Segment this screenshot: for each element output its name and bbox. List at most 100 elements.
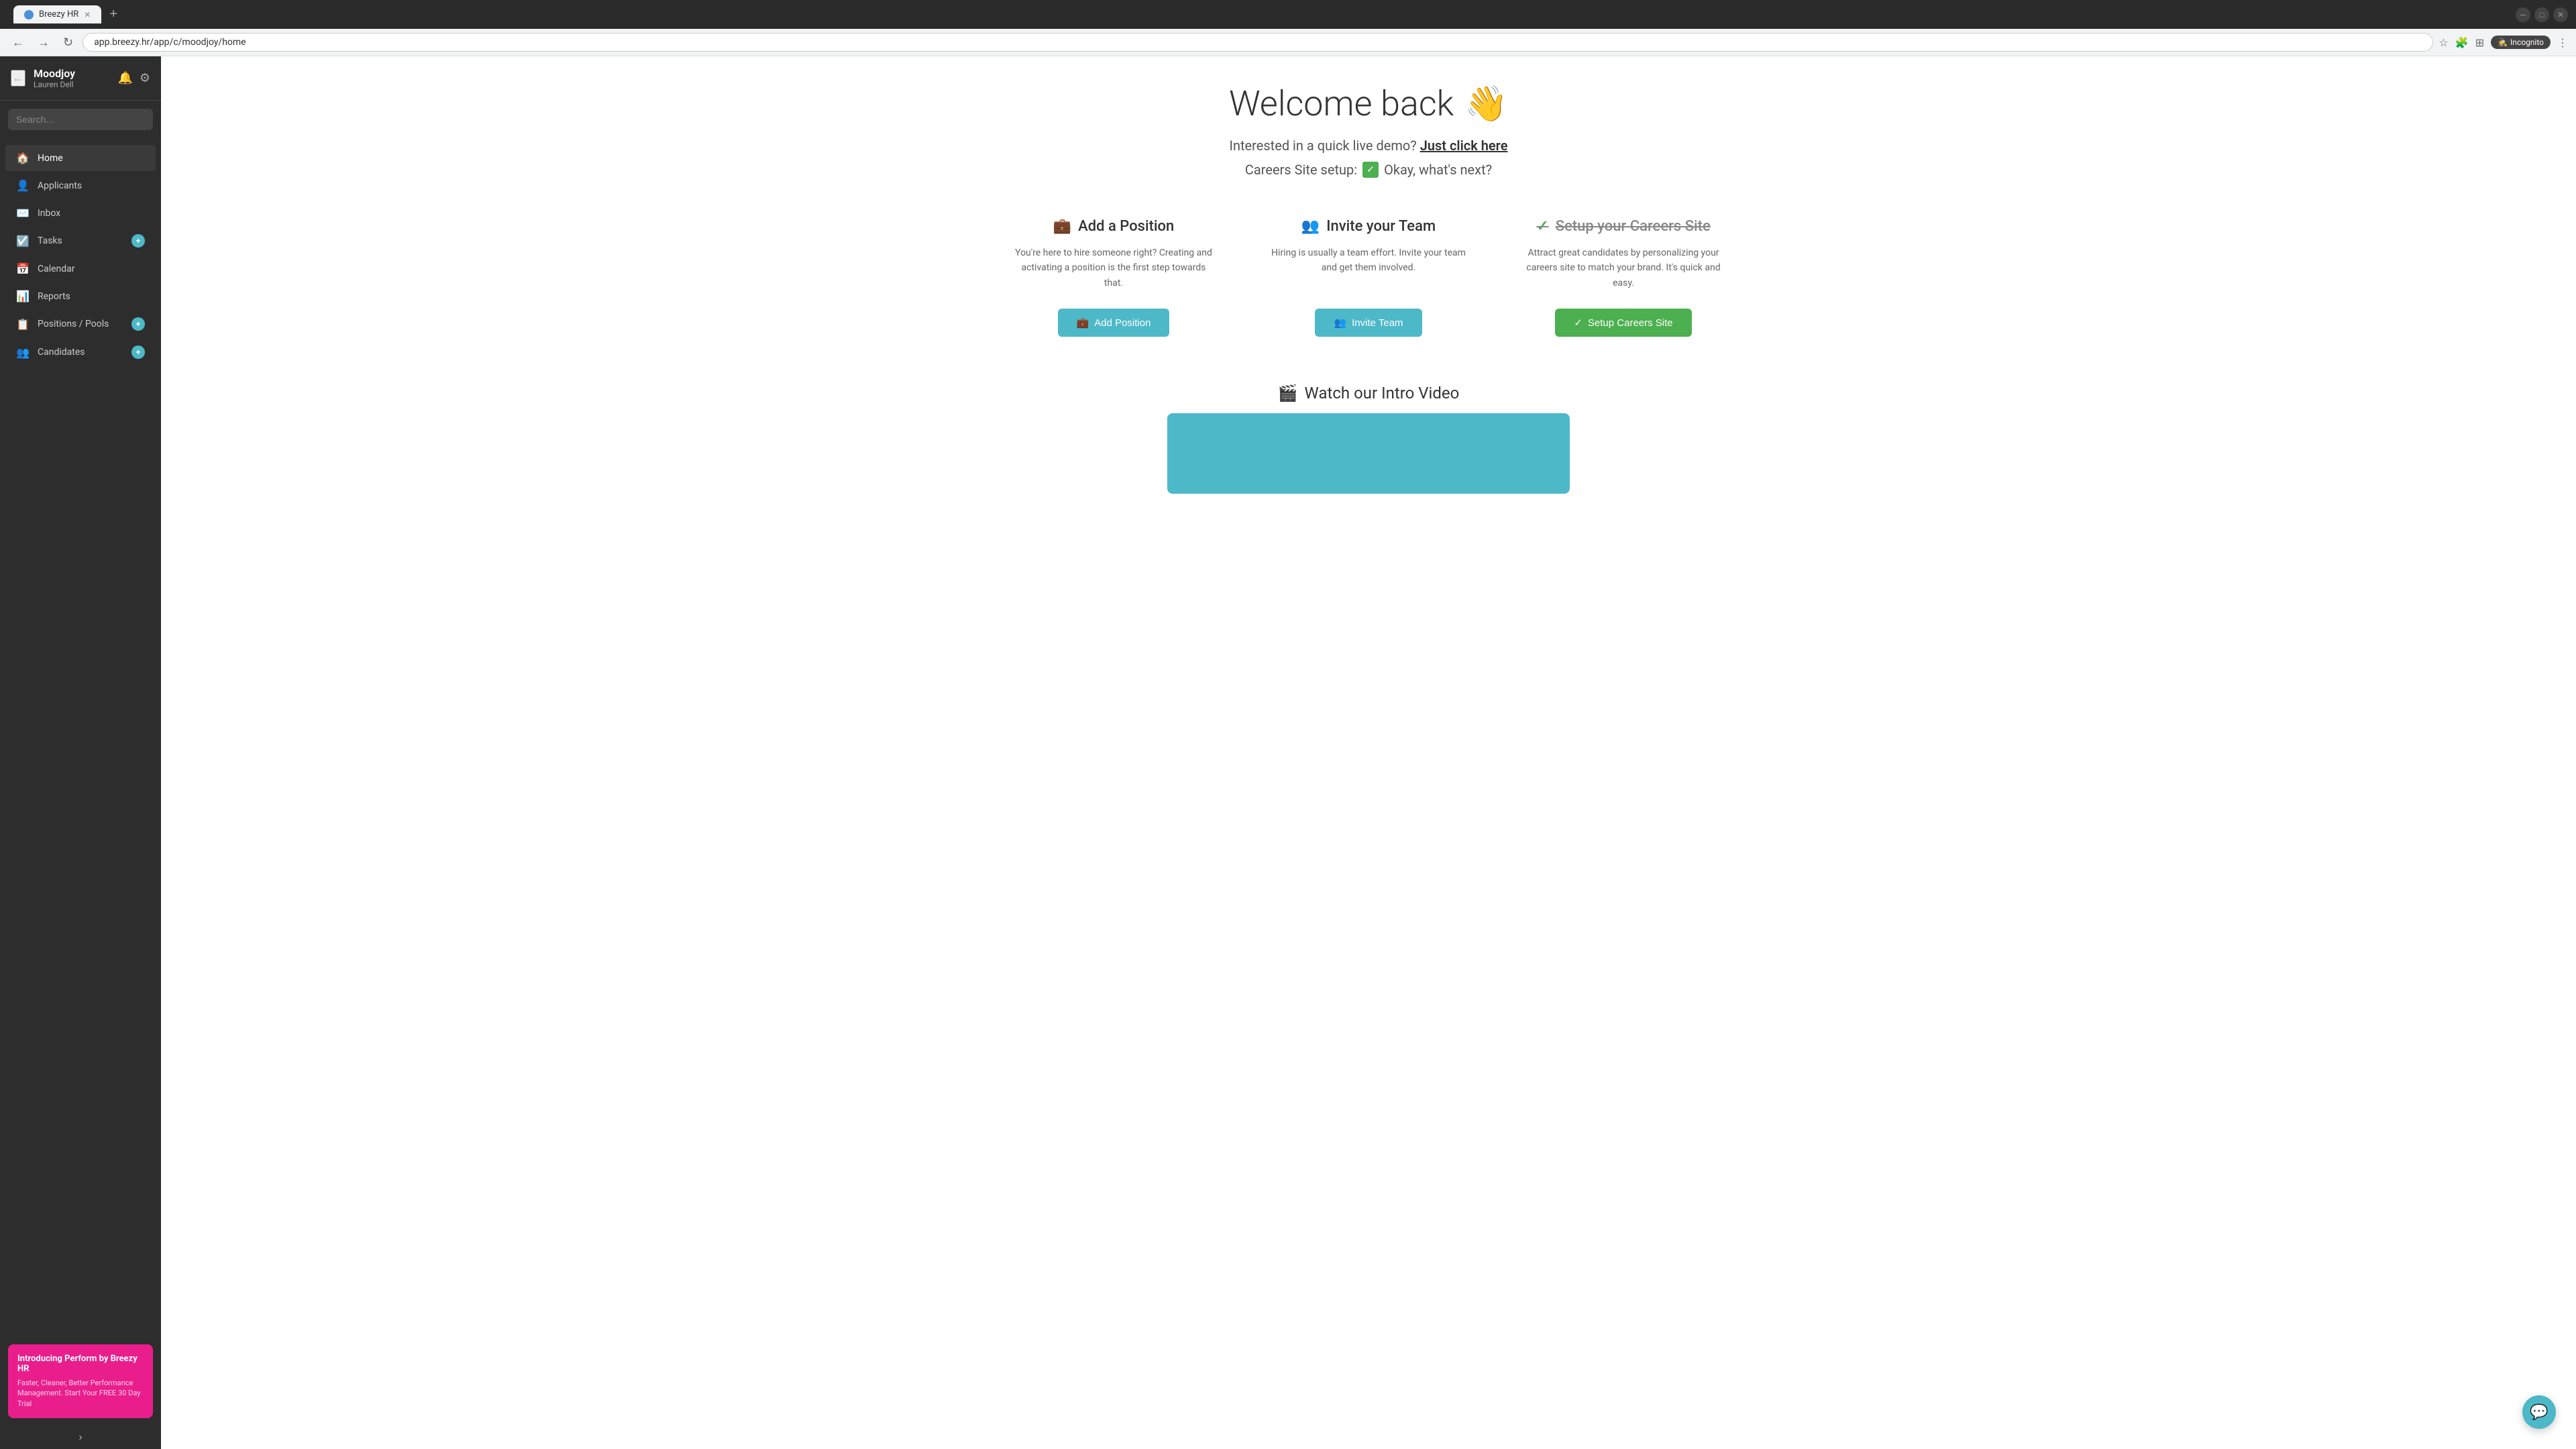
app-container: ← Moodjoy Lauren Dell 🔔 ⚙ 🏠 Home 👤 Appli — [0, 56, 2576, 1449]
invite-team-card: 👥 Invite your Team Hiring is usually a t… — [1254, 205, 1483, 350]
restore-button[interactable]: □ — [2534, 7, 2549, 22]
video-section: 🎬 Watch our Intro Video — [1167, 384, 1570, 494]
invite-team-button[interactable]: 👥 Invite Team — [1315, 309, 1421, 337]
brand-info: Moodjoy Lauren Dell — [34, 67, 75, 89]
bookmark-icon[interactable]: ☆ — [2438, 36, 2448, 49]
add-position-desc: You're here to hire someone right? Creat… — [1013, 246, 1214, 292]
sidebar-item-home[interactable]: 🏠 Home — [5, 145, 156, 171]
setup-careers-card: ✓ Setup your Careers Site Attract great … — [1509, 205, 1737, 350]
nav-list: 🏠 Home 👤 Applicants ✉️ Inbox ☑️ Tasks + … — [0, 138, 161, 1336]
careers-check-icon: ✓ — [1362, 162, 1379, 178]
sidebar-scroll-down[interactable]: › — [0, 1426, 161, 1449]
notifications-icon[interactable]: 🔔 — [117, 71, 132, 85]
browser-toolbar-icons: ☆ 🧩 ⊞ 🕵 Incognito ⋮ — [2438, 36, 2568, 49]
menu-icon[interactable]: ⋮ — [2557, 36, 2568, 49]
active-tab[interactable]: Breezy HR ✕ — [13, 5, 101, 23]
video-title: 🎬 Watch our Intro Video — [1167, 384, 1570, 402]
welcome-section: Welcome back 👋 Interested in a quick liv… — [1229, 83, 1508, 178]
incognito-badge: 🕵 Incognito — [2491, 36, 2551, 49]
inbox-icon: ✉️ — [16, 207, 30, 219]
video-title-text: Watch our Intro Video — [1305, 384, 1460, 402]
promo-card[interactable]: Introducing Perform by Breezy HR Faster,… — [8, 1344, 153, 1418]
video-icon: 🎬 — [1278, 384, 1298, 402]
brand-user: Lauren Dell — [34, 80, 75, 89]
extensions-icon[interactable]: 🧩 — [2455, 36, 2469, 49]
sidebar-item-label: Applicants — [38, 180, 145, 191]
back-button[interactable]: ← — [8, 34, 28, 51]
main-content: Welcome back 👋 Interested in a quick liv… — [161, 56, 2576, 1449]
careers-line: Careers Site setup: ✓ Okay, what's next? — [1229, 162, 1508, 178]
add-position-button[interactable]: 💼 Add Position — [1058, 309, 1170, 337]
sidebar-item-positions[interactable]: 📋 Positions / Pools + — [5, 311, 156, 337]
url-text: app.breezy.hr/app/c/moodjoy/home — [94, 37, 246, 48]
tasks-badge: + — [131, 234, 145, 248]
search-box — [8, 109, 153, 130]
promo-desc: Faster, Cleaner, Better Performance Mana… — [17, 1378, 144, 1409]
video-placeholder[interactable] — [1167, 413, 1570, 494]
address-bar[interactable]: app.breezy.hr/app/c/moodjoy/home — [83, 33, 2433, 52]
tab-close-button[interactable]: ✕ — [84, 10, 91, 19]
setup-careers-title: ✓ Setup your Careers Site — [1523, 218, 1724, 235]
chat-button[interactable]: 💬 — [2522, 1395, 2556, 1429]
sidebar-brand: ← Moodjoy Lauren Dell — [11, 67, 75, 89]
demo-link[interactable]: Just click here — [1420, 138, 1508, 154]
welcome-text: Welcome back — [1229, 83, 1454, 124]
tab-bar: Breezy HR ✕ + — [13, 5, 123, 23]
sidebar-item-label: Tasks — [38, 235, 123, 246]
action-cards-row: 💼 Add a Position You're here to hire som… — [1000, 205, 1737, 350]
candidates-icon: 👥 — [16, 346, 30, 359]
team-icon: 👥 — [1301, 218, 1320, 235]
home-icon: 🏠 — [16, 152, 30, 164]
sidebar-item-tasks[interactable]: ☑️ Tasks + — [5, 227, 156, 254]
positions-badge: + — [131, 317, 145, 331]
setup-careers-btn-icon: ✓ — [1574, 317, 1582, 329]
sidebar-item-inbox[interactable]: ✉️ Inbox — [5, 200, 156, 226]
wave-emoji: 👋 — [1464, 83, 1508, 124]
split-view-icon[interactable]: ⊞ — [2475, 36, 2484, 49]
tasks-icon: ☑️ — [16, 235, 30, 248]
sidebar-item-label: Candidates — [38, 347, 123, 358]
sidebar-item-calendar[interactable]: 📅 Calendar — [5, 256, 156, 282]
sidebar: ← Moodjoy Lauren Dell 🔔 ⚙ 🏠 Home 👤 Appli — [0, 56, 161, 1449]
invite-team-desc: Hiring is usually a team effort. Invite … — [1268, 246, 1469, 292]
forward-button[interactable]: → — [34, 34, 54, 51]
sidebar-back-arrow[interactable]: ← — [11, 70, 25, 87]
brand-name: Moodjoy — [34, 67, 75, 80]
tab-title: Breezy HR — [39, 9, 78, 19]
sidebar-item-applicants[interactable]: 👤 Applicants — [5, 172, 156, 199]
sidebar-item-label: Reports — [38, 291, 145, 302]
add-position-title: 💼 Add a Position — [1013, 218, 1214, 235]
sidebar-item-label: Inbox — [38, 208, 145, 219]
reports-icon: 📊 — [16, 290, 30, 303]
welcome-title: Welcome back 👋 — [1229, 83, 1508, 124]
incognito-icon: 🕵 — [2498, 38, 2508, 47]
checkmark-icon: ✓ — [1536, 218, 1548, 235]
calendar-icon: 📅 — [16, 262, 30, 275]
chat-icon: 💬 — [2530, 1404, 2548, 1421]
sidebar-item-candidates[interactable]: 👥 Candidates + — [5, 339, 156, 366]
briefcase-icon: 💼 — [1053, 218, 1071, 235]
setup-careers-button[interactable]: ✓ Setup Careers Site — [1555, 309, 1691, 337]
sidebar-item-label: Positions / Pools — [38, 319, 123, 329]
add-position-card: 💼 Add a Position You're here to hire som… — [1000, 205, 1228, 350]
minimize-button[interactable]: ─ — [2516, 7, 2530, 22]
setup-careers-desc: Attract great candidates by personalizin… — [1523, 246, 1724, 292]
browser-chrome: Breezy HR ✕ + ─ □ ✕ — [0, 0, 2576, 29]
sidebar-item-reports[interactable]: 📊 Reports — [5, 283, 156, 309]
candidates-badge: + — [131, 345, 145, 359]
promo-title: Introducing Perform by Breezy HR — [17, 1354, 144, 1374]
invite-team-title: 👥 Invite your Team — [1268, 218, 1469, 235]
new-tab-button[interactable]: + — [104, 7, 123, 22]
positions-icon: 📋 — [16, 318, 30, 331]
close-button[interactable]: ✕ — [2553, 7, 2568, 22]
settings-icon[interactable]: ⚙ — [140, 71, 150, 85]
address-bar-row: ← → ↻ app.breezy.hr/app/c/moodjoy/home ☆… — [0, 29, 2576, 56]
applicants-icon: 👤 — [16, 179, 30, 192]
incognito-label: Incognito — [2510, 38, 2544, 47]
demo-line: Interested in a quick live demo? Just cl… — [1229, 138, 1508, 154]
add-position-btn-icon: 💼 — [1077, 317, 1089, 329]
reload-button[interactable]: ↻ — [59, 34, 77, 51]
tab-favicon — [24, 10, 34, 19]
search-input[interactable] — [8, 109, 153, 130]
sidebar-item-label: Calendar — [38, 264, 145, 274]
